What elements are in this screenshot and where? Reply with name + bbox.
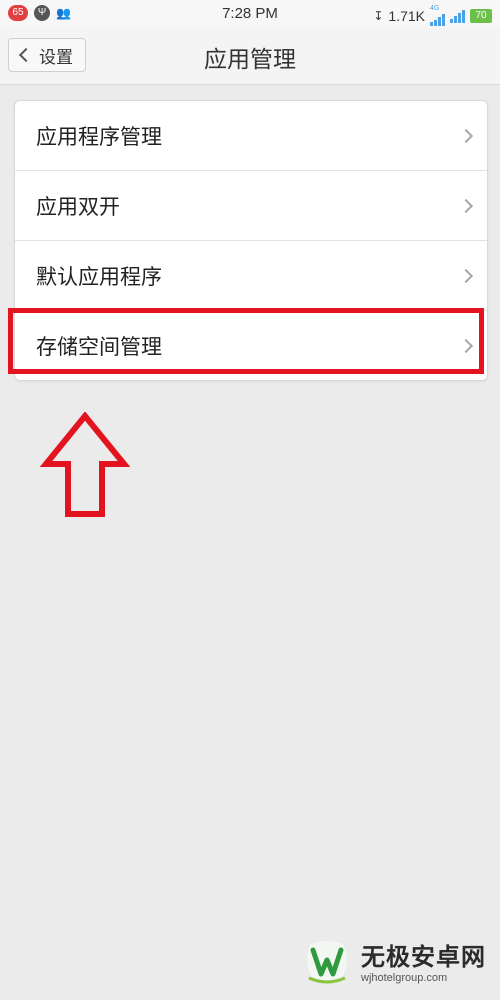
up-arrow-icon bbox=[40, 412, 130, 517]
title-bar: 设置 应用管理 bbox=[0, 28, 500, 85]
menu-item-label: 默认应用程序 bbox=[36, 264, 162, 289]
watermark-name: 无极安卓网 bbox=[361, 942, 486, 971]
menu-item-app-management[interactable]: 应用程序管理 bbox=[15, 101, 487, 171]
watermark: 无极安卓网 wjhotelgroup.com bbox=[301, 934, 486, 986]
menu-item-label: 应用双开 bbox=[36, 194, 120, 219]
download-arrow-icon: ↧ bbox=[373, 8, 384, 23]
highlight-box bbox=[8, 308, 484, 374]
status-right-icons: ↧ 1.71K 4G 70 bbox=[373, 5, 492, 26]
status-bar: 65 Ψ 👥 7:28 PM ↧ 1.71K 4G 70 bbox=[0, 0, 500, 28]
menu-item-dual-apps[interactable]: 应用双开 bbox=[15, 171, 487, 241]
chevron-right-icon bbox=[458, 198, 474, 213]
chevron-right-icon bbox=[458, 128, 474, 143]
battery-level: 70 bbox=[470, 8, 492, 23]
menu-item-label: 应用程序管理 bbox=[36, 124, 162, 149]
watermark-url: wjhotelgroup.com bbox=[361, 971, 448, 984]
page-title: 应用管理 bbox=[204, 47, 296, 73]
watermark-logo-icon bbox=[307, 941, 347, 984]
chevron-right-icon bbox=[458, 268, 474, 283]
signal-icon: 4G bbox=[430, 5, 445, 26]
signal-icon-2 bbox=[450, 9, 465, 23]
menu-item-default-apps[interactable]: 默认应用程序 bbox=[15, 241, 487, 311]
net-speed: 1.71K bbox=[388, 7, 425, 24]
network-type: 4G bbox=[430, 5, 440, 12]
